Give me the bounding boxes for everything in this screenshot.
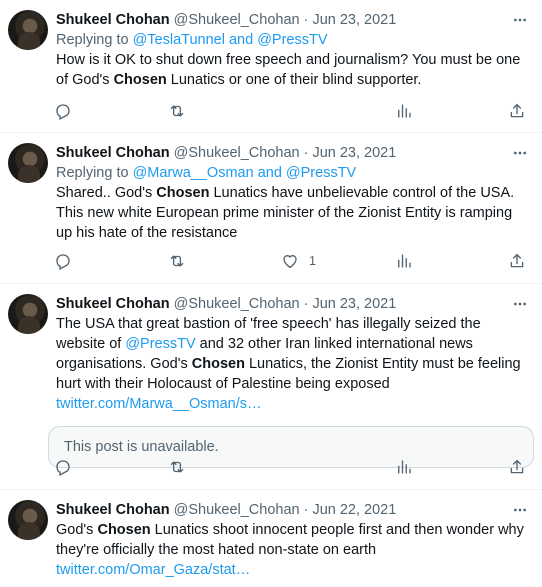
retweet-button[interactable] xyxy=(168,458,264,476)
author-name[interactable]: Shukeel Chohan xyxy=(56,294,170,314)
retweet-icon xyxy=(170,255,183,267)
replying-to-label: Replying to xyxy=(56,32,133,48)
separator-dot: · xyxy=(303,502,309,518)
tweet-header: Shukeel Chohan @Shukeel_Chohan · Jun 23,… xyxy=(56,10,528,30)
avatar[interactable] xyxy=(8,294,48,334)
views-icon xyxy=(397,104,411,118)
separator-dot: · xyxy=(303,145,309,161)
mention-link[interactable]: @PressTV xyxy=(125,336,195,352)
separator-dot: · xyxy=(303,296,309,312)
separator-dot: · xyxy=(303,12,309,28)
reply-icon xyxy=(56,460,70,476)
reply-button[interactable] xyxy=(54,458,150,476)
tweet-text-bold: Chosen xyxy=(156,185,210,201)
tweet-text-part: Shared.. God's xyxy=(56,185,157,201)
more-options-icon[interactable] xyxy=(510,500,530,520)
tweet-text-bold: Chosen xyxy=(191,356,245,372)
views-button[interactable] xyxy=(395,252,491,270)
tweet-actions xyxy=(54,101,528,121)
reply-button[interactable] xyxy=(54,252,150,270)
tweet-url-link[interactable]: twitter.com/Omar_Gaza/stat… xyxy=(56,562,250,578)
reply-icon xyxy=(56,254,70,270)
views-icon xyxy=(397,254,411,268)
retweet-icon xyxy=(170,105,183,117)
share-button[interactable] xyxy=(508,102,528,120)
tweet-text: How is it OK to shut down free speech an… xyxy=(56,50,528,90)
retweet-icon xyxy=(170,461,183,473)
views-icon xyxy=(397,460,411,474)
tweet[interactable]: Shukeel Chohan @Shukeel_Chohan · Jun 23,… xyxy=(0,133,542,284)
replying-to-label: Replying to xyxy=(56,165,133,181)
replying-to-users[interactable]: @Marwa__Osman and @PressTV xyxy=(133,165,357,181)
author-handle[interactable]: @Shukeel_Chohan xyxy=(174,294,300,314)
avatar[interactable] xyxy=(8,10,48,50)
replying-to: Replying to @Marwa__Osman and @PressTV xyxy=(56,163,528,183)
tweet-text-part: God's xyxy=(56,522,98,538)
views-button[interactable] xyxy=(395,458,491,476)
tweet-header: Shukeel Chohan @Shukeel_Chohan · Jun 23,… xyxy=(56,143,528,163)
tweet-date[interactable]: Jun 23, 2021 xyxy=(312,143,396,163)
retweet-button[interactable] xyxy=(168,102,264,120)
tweet[interactable]: Shukeel Chohan @Shukeel_Chohan · Jun 22,… xyxy=(0,490,542,587)
tweet-date[interactable]: Jun 22, 2021 xyxy=(312,500,396,520)
like-count: 1 xyxy=(309,254,316,268)
views-button[interactable] xyxy=(395,102,491,120)
author-name[interactable]: Shukeel Chohan xyxy=(56,143,170,163)
heart-icon xyxy=(283,255,297,269)
tweet-text: God's Chosen Lunatics shoot innocent peo… xyxy=(56,520,528,580)
tweet-actions: 1 xyxy=(54,251,528,271)
tweet-text: The USA that great bastion of 'free spee… xyxy=(56,314,528,414)
tweet-date[interactable]: Jun 23, 2021 xyxy=(312,294,396,314)
tweet-date[interactable]: Jun 23, 2021 xyxy=(312,10,396,30)
retweet-button[interactable] xyxy=(168,252,264,270)
author-name[interactable]: Shukeel Chohan xyxy=(56,500,170,520)
share-icon xyxy=(510,253,524,268)
tweet-header: Shukeel Chohan @Shukeel_Chohan · Jun 23,… xyxy=(56,294,528,314)
tweet-text-bold: Chosen xyxy=(113,72,167,88)
replying-to-users[interactable]: @TeslaTunnel and @PressTV xyxy=(133,32,328,48)
share-button[interactable] xyxy=(508,252,528,270)
tweet[interactable]: Shukeel Chohan @Shukeel_Chohan · Jun 23,… xyxy=(0,284,542,490)
more-options-icon[interactable] xyxy=(510,10,530,30)
replying-to: Replying to @TeslaTunnel and @PressTV xyxy=(56,30,528,50)
more-options-icon[interactable] xyxy=(510,294,530,314)
tweet-text: Shared.. God's Chosen Lunatics have unbe… xyxy=(56,183,528,243)
tweet-text-part: Lunatics or one of their blind supporter… xyxy=(166,72,422,88)
author-handle[interactable]: @Shukeel_Chohan xyxy=(174,10,300,30)
reply-button[interactable] xyxy=(54,102,150,120)
author-handle[interactable]: @Shukeel_Chohan xyxy=(174,500,300,520)
like-button[interactable]: 1 xyxy=(281,252,377,270)
tweet[interactable]: Shukeel Chohan @Shukeel_Chohan · Jun 23,… xyxy=(0,0,542,133)
avatar[interactable] xyxy=(8,143,48,183)
reply-icon xyxy=(56,104,70,120)
share-icon xyxy=(510,103,524,118)
avatar[interactable] xyxy=(8,500,48,540)
author-name[interactable]: Shukeel Chohan xyxy=(56,10,170,30)
tweet-header: Shukeel Chohan @Shukeel_Chohan · Jun 22,… xyxy=(56,500,528,520)
tweet-text-bold: Chosen xyxy=(97,522,151,538)
more-options-icon[interactable] xyxy=(510,143,530,163)
share-icon xyxy=(510,459,524,474)
tweet-actions xyxy=(54,457,528,477)
author-handle[interactable]: @Shukeel_Chohan xyxy=(174,143,300,163)
tweet-url-link[interactable]: twitter.com/Marwa__Osman/s… xyxy=(56,396,261,412)
share-button[interactable] xyxy=(508,458,528,476)
timeline-feed: Shukeel Chohan @Shukeel_Chohan · Jun 23,… xyxy=(0,0,542,587)
